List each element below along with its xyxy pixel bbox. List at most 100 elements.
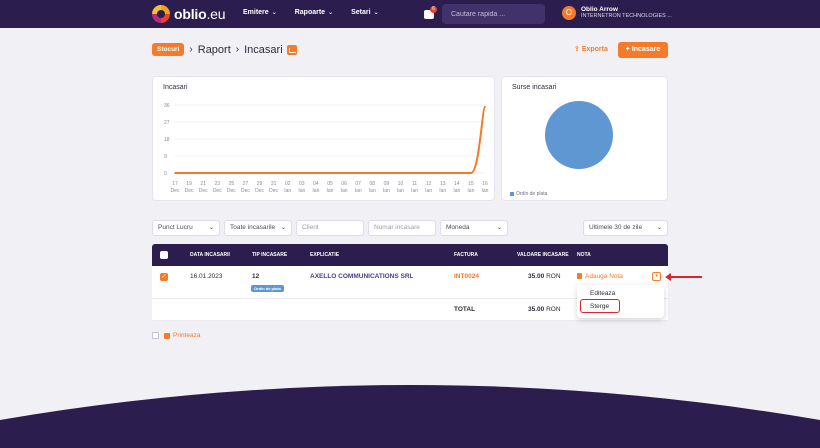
x-tick-label: 04 (313, 181, 319, 187)
data-point[interactable] (286, 172, 289, 174)
user-menu[interactable]: O Oblio Arrow INTERNETRON TECHNOLOGIES .… (562, 6, 672, 20)
chevron-down-icon: ⌄ (280, 225, 286, 231)
footer-wave (0, 385, 820, 448)
data-point[interactable] (258, 172, 261, 174)
punct-lucru-select[interactable]: Punct Lucru ⌄ (152, 220, 220, 236)
nav-setari[interactable]: Setari ⌄ (351, 9, 379, 16)
data-point[interactable] (470, 172, 472, 174)
x-tick-label: Ian (327, 188, 334, 194)
chart-toggle-icon[interactable] (286, 44, 297, 55)
data-point[interactable] (244, 172, 247, 174)
data-point[interactable] (202, 172, 205, 174)
cell-tip: 12 (252, 273, 260, 280)
print-action[interactable]: Printeaza (152, 332, 200, 339)
quick-search-input[interactable] (442, 4, 545, 24)
col-nota: NOTA (577, 252, 591, 258)
print-checkbox[interactable] (152, 332, 159, 339)
data-point[interactable] (300, 172, 303, 174)
y-tick-label: 27 (164, 120, 170, 126)
data-point[interactable] (329, 172, 331, 174)
x-tick-label: 14 (454, 181, 460, 187)
logo-name: oblio (174, 6, 207, 22)
annotation-arrow (670, 276, 702, 278)
data-point[interactable] (455, 172, 458, 174)
col-explicatie[interactable]: EXPLICATIE (310, 252, 339, 258)
col-valoare[interactable]: VALOARE INCASARE (517, 252, 569, 258)
cell-factura-link[interactable]: INT0024 (454, 273, 479, 280)
x-tick-label: 31 (271, 181, 277, 187)
data-point[interactable] (441, 172, 444, 174)
breadcrumb: Stocuri › Raport › Incasari (152, 43, 297, 56)
menu-item-editeaza[interactable]: Editeaza (590, 290, 615, 297)
menu-item-sterge[interactable]: Sterge (590, 303, 609, 310)
x-tick-label: 08 (369, 181, 375, 187)
x-tick-label: Ian (369, 188, 376, 194)
data-point[interactable] (272, 172, 275, 174)
user-name: Oblio Arrow (581, 6, 618, 13)
row-checkbox[interactable]: ✓ (160, 273, 168, 281)
col-factura[interactable]: FACTURA (454, 252, 478, 258)
data-point[interactable] (399, 172, 402, 174)
breadcrumb-raport[interactable]: Raport (198, 44, 231, 56)
x-tick-label: Ian (439, 188, 446, 194)
x-tick-label: Dec (241, 188, 250, 194)
col-data[interactable]: DATA INCASARII (190, 252, 230, 258)
nav-emitere[interactable]: Emitere ⌄ (243, 9, 277, 16)
x-tick-label: 17 (172, 181, 178, 187)
data-point[interactable] (216, 172, 219, 174)
chevron-down-icon: ⌄ (656, 225, 662, 231)
add-note-link[interactable]: Adauga Nota (577, 273, 623, 280)
numar-incasare-input[interactable]: Numar incasare (368, 220, 436, 236)
x-tick-label: 03 (299, 181, 305, 187)
pie-legend: Ordin de plata (510, 191, 547, 197)
row-actions-button[interactable]: ▾ (652, 272, 661, 281)
incasari-type-select[interactable]: Toate incasarile ⌄ (224, 220, 292, 236)
print-label: Printeaza (173, 332, 201, 339)
x-tick-label: 06 (341, 181, 347, 187)
oblio-logo[interactable]: oblio.eu (152, 5, 226, 23)
breadcrumb-stocuri[interactable]: Stocuri (152, 43, 185, 56)
period-select[interactable]: Ultimele 30 de zile ⌄ (583, 220, 668, 236)
data-point[interactable] (385, 172, 388, 174)
export-button[interactable]: ⇪ Exporta (574, 45, 608, 53)
data-point[interactable] (371, 172, 374, 174)
chevron-down-icon: ⌄ (328, 10, 334, 16)
upload-icon: ⇪ (574, 46, 582, 53)
x-tick-label: Dec (255, 188, 264, 194)
add-incasare-button[interactable]: + Incasare (618, 42, 668, 58)
x-tick-label: Ian (411, 188, 418, 194)
nav-rapoarte[interactable]: Rapoarte ⌄ (295, 9, 333, 16)
notifications-bag-icon[interactable]: 6 (424, 6, 437, 19)
y-tick-label: 0 (164, 171, 167, 177)
client-input[interactable]: Client (296, 220, 364, 236)
x-tick-label: Dec (171, 188, 180, 194)
x-tick-label: 12 (426, 181, 432, 187)
chevron-down-icon: ⌄ (208, 225, 214, 231)
x-tick-label: Dec (213, 188, 222, 194)
data-point[interactable] (343, 172, 345, 174)
data-point[interactable] (174, 172, 176, 174)
col-tip[interactable]: TIP INCASARE (252, 252, 287, 258)
incasari-line-chart: 0918273617Dec19Dec21Dec23Dec25Dec27Dec29… (164, 103, 489, 194)
data-point[interactable] (315, 172, 317, 174)
data-point[interactable] (484, 105, 486, 108)
chevron-down-icon: ⌄ (496, 225, 502, 231)
data-point[interactable] (230, 172, 233, 174)
x-tick-label: Dec (199, 188, 208, 194)
surse-incasari-pie-card: Surse incasari 100.0% Ordin de plata (501, 76, 668, 201)
x-tick-label: Ian (482, 188, 489, 194)
data-point[interactable] (188, 172, 190, 174)
chevron-right-icon: › (189, 44, 193, 55)
data-point[interactable] (357, 172, 360, 174)
cell-explicatie[interactable]: AXELLO COMMUNICATIONS SRL (310, 273, 414, 280)
data-point[interactable] (427, 172, 430, 174)
series-line-incasari (175, 105, 486, 174)
select-all-checkbox[interactable] (160, 251, 168, 259)
tip-badge: Ordin de plata (251, 285, 284, 292)
data-point[interactable] (413, 172, 416, 174)
x-tick-label: 15 (468, 181, 474, 187)
x-tick-label: 09 (384, 181, 390, 187)
x-tick-label: Ian (355, 188, 362, 194)
moneda-select[interactable]: Moneda ⌄ (440, 220, 508, 236)
legend-swatch (510, 192, 514, 196)
